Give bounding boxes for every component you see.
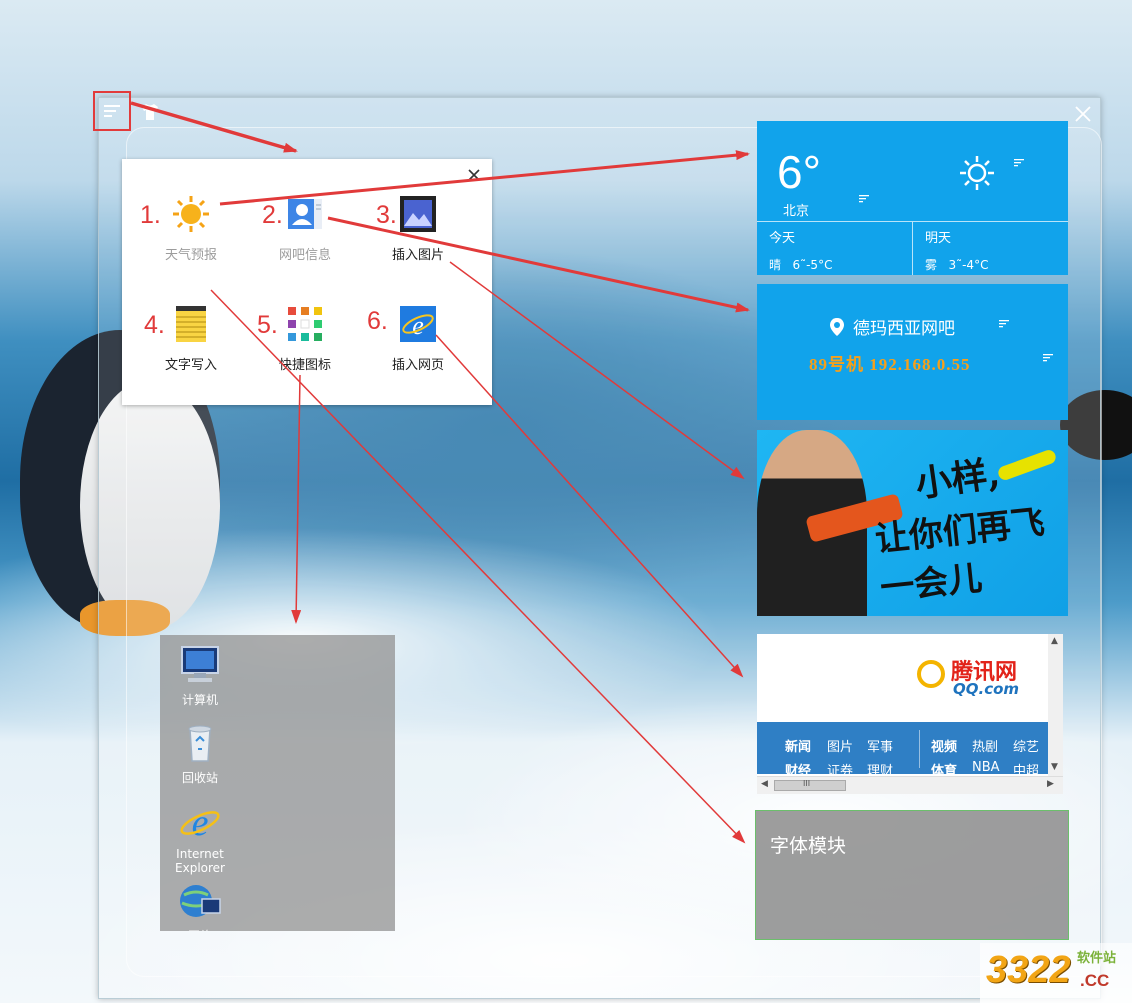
netbar-info-widget[interactable]: 德玛西亚网吧 89号机 192.168.0.55 — [757, 284, 1068, 420]
weather-option-label: 天气预报 — [164, 248, 217, 263]
today-label: 今天 — [769, 231, 796, 246]
scroll-down-arrow-icon[interactable]: ▼ — [1051, 762, 1058, 772]
today-weather: 晴 — [769, 258, 782, 272]
machine-ip: 89号机 192.168.0.55 — [809, 355, 971, 374]
qq-nav-bar: 新闻 图片 军事 视频 热剧 综艺 财经 证券 理财 体育 NBA 中超 — [757, 722, 1048, 779]
image-widget[interactable]: 小样, 让你们再飞一会儿 — [757, 430, 1068, 616]
weather-widget-option[interactable]: 天气预报 — [136, 195, 246, 263]
watermark-tld: .CC — [1080, 971, 1110, 990]
sun-icon — [173, 196, 209, 232]
banner-subline: 让你们再飞一会儿 — [873, 502, 1047, 609]
weather-widget[interactable]: 6° 北京 今天 明天 晴 6˜-5°C 雾 3˜-4°C — [757, 121, 1068, 275]
text-widget[interactable]: 字体模块 — [755, 810, 1069, 940]
qq-domain: QQ.com — [953, 680, 1020, 698]
hamburger-menu-icon — [104, 105, 120, 117]
watermark-site: 软件站 — [1077, 951, 1117, 966]
netbar-ip-menu-icon[interactable] — [1043, 354, 1053, 362]
ie-icon: e — [180, 802, 220, 844]
shortcut-icons-label: 快捷图标 — [278, 358, 331, 373]
shortcut-icons-widget: 计算机 回收站 e Internet Explorer 网络 — [160, 635, 395, 931]
desktop-shortcut-recycle-bin[interactable]: 回收站 — [160, 723, 240, 786]
sunny-icon — [960, 156, 994, 190]
network-icon — [180, 885, 221, 917]
netbar-info-option[interactable]: 网吧信息 — [250, 195, 360, 263]
qq-nav-link[interactable]: 热剧 — [972, 736, 998, 755]
webpage-horizontal-scrollbar[interactable]: ◀ III ▶ — [757, 776, 1063, 794]
desktop-shortcut-internet-explorer[interactable]: e Internet Explorer — [160, 801, 240, 875]
qq-nav-link[interactable]: NBA — [972, 760, 1000, 775]
weather-city: 北京 — [783, 204, 810, 219]
text-write-label: 文字写入 — [164, 358, 217, 373]
profile-card-icon — [288, 199, 322, 229]
qq-nav-link[interactable]: 军事 — [867, 736, 893, 755]
recycle-bin-icon — [188, 725, 212, 762]
weather-column-divider — [912, 222, 913, 275]
shortcut-icons-option[interactable]: 快捷图标 — [250, 305, 360, 373]
ie-icon: e — [400, 306, 436, 342]
notepad-icon — [176, 306, 206, 342]
scroll-up-arrow-icon[interactable]: ▲ — [1051, 636, 1058, 646]
webpage-widget[interactable]: 腾讯网 QQ.com 新闻 图片 军事 视频 热剧 综艺 财经 证券 理财 体育… — [757, 634, 1048, 794]
tomorrow-weather: 雾 — [925, 258, 938, 272]
window-close-icon[interactable] — [1073, 104, 1093, 124]
qq-nav-link[interactable]: 综艺 — [1013, 736, 1039, 755]
menu-button[interactable] — [93, 91, 131, 131]
svg-text:e: e — [192, 802, 209, 841]
desktop-shortcut-computer[interactable]: 计算机 — [160, 645, 240, 708]
location-pin-icon — [830, 318, 844, 336]
banner-rocket-graphic — [996, 448, 1058, 482]
desktop-shortcut-network[interactable]: 网络 — [160, 881, 240, 931]
popup-close-icon[interactable] — [467, 168, 481, 182]
shortcut-label: 网络 — [160, 927, 240, 931]
qq-nav-link[interactable]: 新闻 — [785, 736, 811, 755]
insert-webpage-option[interactable]: e 插入网页 — [363, 305, 473, 373]
skin-shirt-icon[interactable] — [140, 102, 160, 122]
watermark-number: 3322 — [986, 949, 1071, 991]
weather-city-menu-icon[interactable] — [859, 195, 869, 203]
insert-image-option[interactable]: 插入图片 — [363, 195, 473, 263]
text-write-option[interactable]: 文字写入 — [136, 305, 246, 373]
qq-logo-icon — [917, 660, 945, 688]
webpage-vertical-scrollbar[interactable]: ▲ ▼ — [1048, 634, 1063, 776]
current-temperature: 6° — [777, 146, 821, 198]
qq-nav-link[interactable]: 图片 — [827, 736, 853, 755]
banner-headline: 小样, — [912, 452, 1003, 506]
qq-nav-divider — [919, 730, 920, 768]
shortcut-label: 计算机 — [181, 693, 218, 707]
add-widget-popup: 1. 天气预报 2. 网吧信息 3. 插入图片 4. 文字写入 5. 快捷图标 … — [122, 159, 492, 405]
tomorrow-label: 明天 — [925, 231, 952, 246]
shortcut-label: Internet Explorer — [175, 847, 225, 875]
site-watermark: 3322 软件站 .CC — [980, 943, 1132, 1003]
scroll-left-arrow-icon[interactable]: ◀ — [761, 779, 768, 789]
netbar-name-menu-icon[interactable] — [999, 320, 1009, 328]
insert-webpage-label: 插入网页 — [391, 358, 444, 373]
scroll-right-arrow-icon[interactable]: ▶ — [1047, 779, 1054, 789]
qq-nav-link[interactable]: 视频 — [931, 736, 957, 755]
tomorrow-range: 3˜-4°C — [948, 258, 989, 272]
text-widget-title: 字体模块 — [770, 835, 847, 857]
insert-image-label: 插入图片 — [391, 248, 444, 263]
netbar-option-label: 网吧信息 — [278, 248, 331, 263]
weather-settings-icon[interactable] — [1014, 159, 1024, 167]
shortcut-label: 回收站 — [181, 771, 218, 785]
grid-icon — [288, 307, 322, 341]
tomorrow-forecast: 雾 3˜-4°C — [925, 256, 988, 273]
computer-icon — [181, 646, 219, 682]
scrollbar-grip: III — [803, 779, 811, 788]
today-forecast: 晴 6˜-5°C — [769, 256, 832, 273]
today-range: 6˜-5°C — [792, 258, 833, 272]
image-icon — [400, 196, 436, 232]
netbar-name: 德玛西亚网吧 — [853, 319, 955, 339]
